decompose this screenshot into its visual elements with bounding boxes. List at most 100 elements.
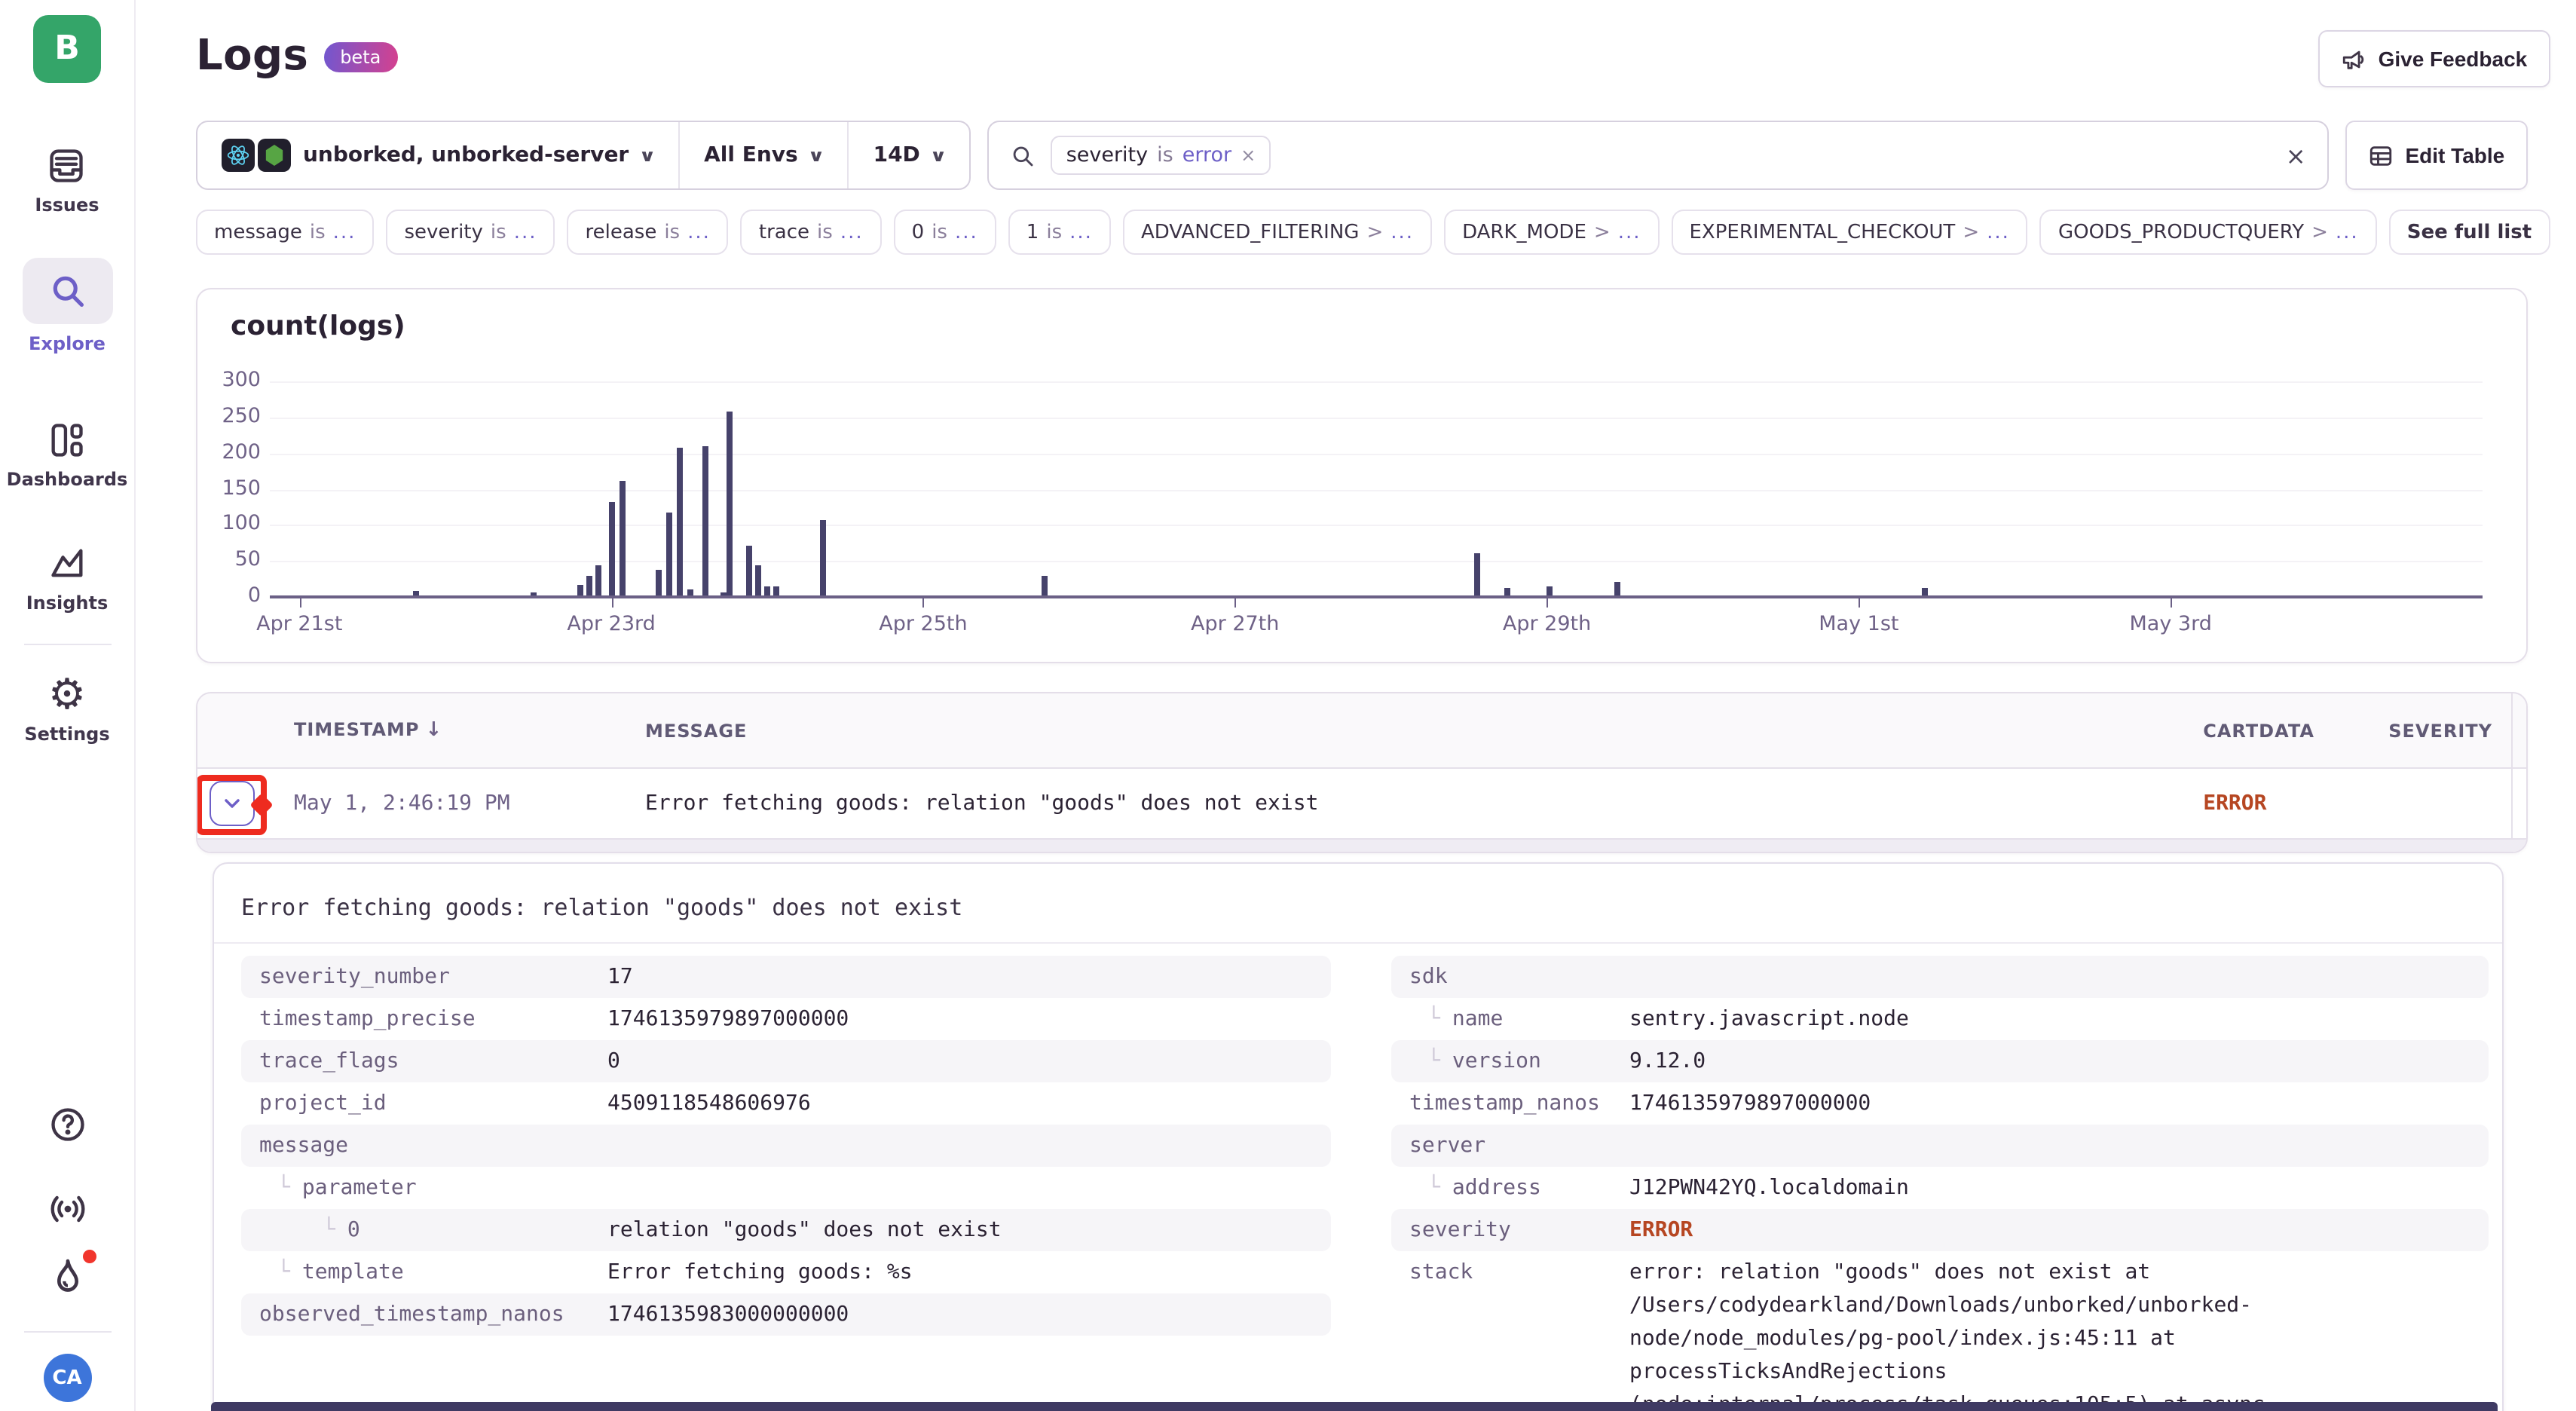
help-icon[interactable] — [47, 1105, 87, 1144]
gridline — [270, 381, 2483, 383]
x-axis-line — [270, 595, 2483, 598]
detail-row-name: └namesentry.javascript.node — [1391, 998, 2489, 1040]
search-explore-icon — [47, 271, 87, 311]
chart-bar — [677, 448, 683, 595]
react-project-icon — [222, 139, 255, 172]
x-axis-tick — [299, 598, 301, 608]
give-feedback-button[interactable]: Give Feedback — [2318, 30, 2550, 87]
search-clear-icon[interactable]: × — [2286, 141, 2306, 170]
filter-chip-severity[interactable]: severityis... — [386, 210, 555, 255]
sidebar-item-label: Explore — [29, 333, 106, 354]
megaphone-icon — [2341, 46, 2366, 72]
chart-title: count(logs) — [231, 311, 405, 342]
detail-row-server: server — [1391, 1125, 2489, 1167]
x-axis-tick — [1547, 598, 1549, 608]
sort-desc-icon: ↓ — [425, 719, 442, 742]
chart-bar — [764, 587, 770, 595]
y-axis-tick-label: 200 — [200, 439, 261, 464]
log-timestamp-cell: May 1, 2:46:19 PM — [294, 791, 645, 816]
filter-chip-dark_mode[interactable]: DARK_MODE>... — [1444, 210, 1659, 255]
y-axis-tick-label: 50 — [200, 547, 261, 571]
chart-bar — [1921, 588, 1927, 595]
chart-bar — [620, 480, 626, 595]
log-detail-panel: Error fetching goods: relation "goods" d… — [213, 862, 2503, 1411]
log-severity-cell: ERROR — [2203, 791, 2388, 816]
filter-chip-trace[interactable]: traceis... — [741, 210, 882, 255]
column-header-timestamp[interactable]: TIMESTAMP↓ — [294, 719, 645, 742]
node-project-icon — [258, 139, 291, 172]
chart-bar — [702, 447, 708, 595]
filter-chip-advanced_filtering[interactable]: ADVANCED_FILTERING>... — [1123, 210, 1432, 255]
detail-row-0: └0relation "goods" does not exist — [241, 1209, 1331, 1251]
logs-count-chart: count(logs) 050100150200250300Apr 21stAp… — [196, 288, 2527, 663]
environment-selector[interactable]: All Envs ∨ — [678, 122, 847, 188]
sidebar-item-explore[interactable]: Explore — [22, 258, 112, 354]
sidebar-item-dashboards[interactable]: Dashboards — [7, 421, 128, 490]
column-header-cartdata[interactable]: CARTDATA — [2203, 720, 2388, 741]
filter-bar: unborked, unborked-server ∨ All Envs ∨ 1… — [196, 121, 2527, 190]
filter-chip-0[interactable]: 0is... — [894, 210, 996, 255]
sidebar-item-insights[interactable]: Insights — [26, 544, 109, 614]
gridline — [270, 489, 2483, 491]
project-selector[interactable]: unborked, unborked-server ∨ — [197, 122, 678, 188]
date-range-selector[interactable]: 14D ∨ — [848, 122, 970, 188]
page-header: Logs beta Give Feedback — [196, 30, 2550, 96]
chart-bar — [745, 545, 751, 595]
chart-bar — [773, 587, 779, 595]
filter-chip-goods_productquery[interactable]: GOODS_PRODUCTQUERY>... — [2040, 210, 2377, 255]
detail-row-timestamp_precise: timestamp_precise1746135979897000000 — [241, 998, 1331, 1040]
fire-icon — [46, 1256, 88, 1298]
give-feedback-label: Give Feedback — [2379, 47, 2528, 71]
whats-new-icon[interactable] — [46, 1256, 88, 1298]
token-remove-icon[interactable]: × — [1241, 145, 1256, 166]
sidebar-item-settings[interactable]: ⚙ Settings — [24, 675, 109, 745]
sidebar-bottom-group: CA — [23, 1105, 111, 1411]
expand-row-button[interactable] — [210, 781, 255, 826]
token-key: severity — [1066, 143, 1148, 167]
edit-table-label: Edit Table — [2406, 143, 2505, 167]
chart-bar — [720, 592, 727, 595]
log-table-row[interactable]: May 1, 2:46:19 PM Error fetching goods: … — [197, 769, 2526, 840]
x-axis-tick — [1235, 598, 1237, 608]
chart-bar — [413, 591, 419, 595]
broadcast-icon[interactable] — [46, 1189, 88, 1229]
filter-chip-release[interactable]: releaseis... — [568, 210, 729, 255]
avatar[interactable]: CA — [43, 1354, 91, 1402]
detail-title: Error fetching goods: relation "goods" d… — [214, 864, 2501, 944]
gridline — [270, 453, 2483, 455]
edit-table-button[interactable]: Edit Table — [2345, 121, 2528, 190]
sidebar-item-label: Settings — [24, 724, 109, 745]
chart-bar — [755, 565, 761, 595]
detail-row-template: └templateError fetching goods: %s — [241, 1251, 1331, 1293]
search-input[interactable]: severity is error × × — [988, 121, 2329, 190]
y-axis-tick-label: 0 — [200, 583, 261, 608]
see-full-list-chip[interactable]: See full list — [2389, 210, 2550, 255]
x-axis-tick-label: Apr 25th — [833, 612, 1014, 636]
main-content: Logs beta Give Feedback — [136, 0, 2576, 1411]
sidebar-item-issues[interactable]: Issues — [35, 146, 99, 216]
filter-chip-message[interactable]: messageis... — [196, 210, 374, 255]
org-logo[interactable]: B — [33, 15, 101, 83]
chart-bar — [577, 585, 583, 595]
x-axis-tick-label: May 1st — [1768, 612, 1949, 636]
token-value: error — [1182, 143, 1231, 167]
x-axis-tick — [611, 598, 613, 608]
logs-page: B Issues Explore — [0, 0, 2576, 1411]
filter-chip-experimental_checkout[interactable]: EXPERIMENTAL_CHECKOUT>... — [1672, 210, 2028, 255]
filter-chip-1[interactable]: 1is... — [1008, 210, 1111, 255]
insights-icon — [47, 544, 87, 583]
column-header-message[interactable]: MESSAGE — [645, 720, 2203, 741]
chart-bar — [596, 565, 602, 595]
chart-bar — [655, 571, 661, 595]
detail-row-parameter: └parameter — [241, 1167, 1331, 1209]
chart-bar — [821, 520, 827, 595]
sidebar-item-label: Dashboards — [7, 469, 128, 490]
chevron-down-icon: ∨ — [808, 145, 825, 165]
search-token[interactable]: severity is error × — [1051, 136, 1271, 175]
dashboards-icon — [47, 421, 87, 460]
chart-bar — [586, 576, 592, 595]
detail-row-message: message — [241, 1125, 1331, 1167]
next-section-edge — [211, 1402, 2498, 1411]
column-header-severity[interactable]: SEVERITY — [2388, 720, 2510, 741]
project-selector-label: unborked, unborked-server — [303, 143, 629, 167]
